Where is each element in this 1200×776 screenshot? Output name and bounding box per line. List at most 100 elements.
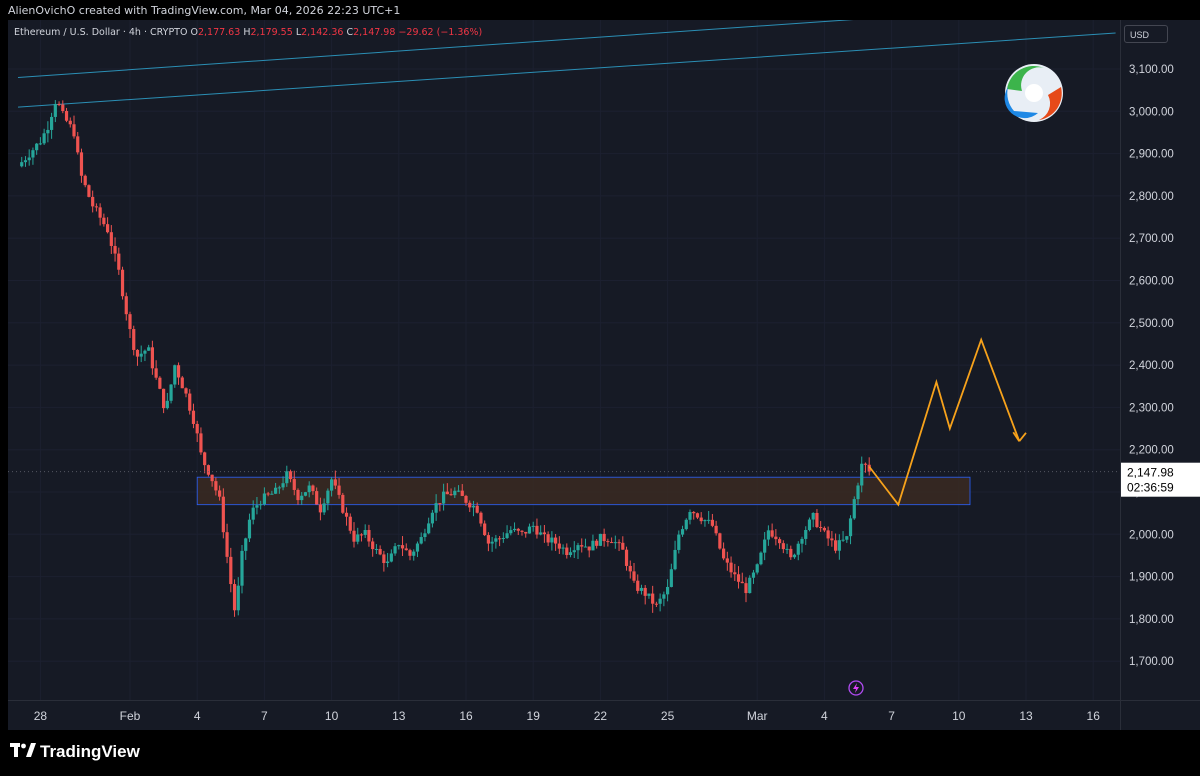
candle-body: [326, 490, 330, 504]
candle-body: [624, 549, 629, 566]
candle-body: [434, 503, 438, 513]
candle-body: [91, 196, 95, 207]
candle-body: [50, 116, 54, 130]
candle-body: [330, 479, 334, 491]
price-axis: 3,100.00 3,000.00 2,900.00 2,800.00 2,700.00…: [1121, 64, 1200, 668]
candle-body: [527, 526, 532, 534]
candle-body: [834, 540, 838, 551]
candle-body: [662, 594, 666, 599]
open-label: O: [190, 27, 198, 38]
candle-body: [423, 533, 427, 538]
tradingview-brand[interactable]: TradingView: [10, 742, 140, 762]
candle-body: [374, 548, 378, 550]
candle-body: [386, 561, 390, 564]
candle-body: [740, 581, 744, 584]
candle-body: [135, 349, 140, 357]
candle-body: [139, 353, 143, 357]
candle-body: [643, 587, 647, 596]
candle-body: [191, 410, 196, 424]
time-scale[interactable]: 28 Feb 4 7 10 13 16 19 22 25 Mar 4 7 10 13 16: [8, 700, 1120, 730]
candle-body: [251, 507, 255, 520]
candle-body: [382, 554, 386, 564]
time-tick-label: 10: [952, 709, 966, 723]
candle-body: [856, 485, 860, 500]
chart-panel[interactable]: [8, 20, 1120, 700]
candle-body: [654, 603, 658, 605]
candle-body: [781, 543, 785, 550]
candle-body: [468, 502, 472, 508]
candle-body: [722, 548, 726, 559]
price-scale[interactable]: 3,100.00 3,000.00 2,900.00 2,800.00 2,700.00…: [1120, 20, 1200, 700]
screenshot-frame: AlienOvichO created with TradingView.com…: [0, 0, 1200, 776]
candle-body: [583, 546, 588, 548]
price-tick-label: 2,600.00: [1129, 276, 1174, 288]
candle-body: [785, 548, 789, 550]
candle-body: [147, 347, 151, 351]
candle-body: [733, 572, 737, 575]
time-axis: 28 Feb 4 7 10 13 16 19 22 25 Mar 4 7 10 13 16: [34, 709, 1100, 723]
candle-body: [27, 157, 31, 161]
candle-body: [419, 537, 423, 544]
candle-body: [106, 224, 110, 233]
candle-body: [680, 529, 685, 535]
price-tick-label: 2,700.00: [1129, 233, 1174, 245]
candle-body: [725, 558, 729, 563]
candle-body: [789, 548, 793, 558]
currency-button[interactable]: USD: [1124, 25, 1168, 43]
candlestick-chart[interactable]: [8, 20, 1120, 700]
candle-body: [79, 152, 84, 176]
candle-body: [42, 133, 46, 144]
candle-body: [307, 485, 311, 493]
candle-body: [57, 103, 61, 105]
last-price-label: 2,147.98: [1127, 466, 1174, 480]
candle-body: [274, 487, 278, 494]
candle-body: [714, 525, 718, 534]
candle-body: [173, 365, 177, 385]
time-tick-label: 7: [888, 709, 895, 723]
candle-body: [400, 545, 405, 549]
candle-body: [31, 150, 35, 158]
candle-body: [621, 542, 625, 550]
candle-body: [176, 365, 181, 378]
candle-body: [841, 539, 845, 541]
candle-body: [102, 217, 106, 225]
price-tick-label: 3,100.00: [1129, 64, 1174, 76]
candle-body: [710, 519, 714, 526]
candle-body: [412, 551, 416, 556]
candle-body: [684, 519, 688, 530]
candle-body: [449, 494, 453, 496]
candle-body: [509, 530, 513, 534]
candle-body: [120, 269, 125, 297]
candle-body: [210, 474, 214, 482]
time-tick-label: 25: [661, 709, 675, 723]
candle-body: [475, 505, 479, 513]
countdown-label: 02:36:59: [1127, 481, 1174, 495]
symbol-legend: Ethereum / U.S. Dollar · 4h · CRYPTO O 2,…: [14, 27, 482, 38]
candle-body: [262, 493, 266, 505]
high-value: 2,179.55: [250, 27, 293, 38]
candle-body: [822, 527, 826, 531]
candle-body: [113, 245, 117, 254]
candle-body: [206, 465, 210, 475]
candle-body: [229, 556, 233, 585]
candle-body: [501, 537, 505, 539]
candle-body: [863, 463, 868, 465]
candle-body: [87, 185, 91, 197]
candle-body: [225, 532, 229, 557]
candle-body: [64, 111, 69, 121]
scale-corner: [1120, 700, 1200, 730]
price-tick-label: 2,300.00: [1129, 402, 1174, 414]
candle-body: [218, 490, 222, 497]
candle-body: [169, 384, 173, 401]
candle-body: [61, 104, 65, 112]
candle-body: [729, 562, 733, 573]
candle-body: [826, 530, 830, 539]
candle-body: [778, 539, 782, 544]
candle-body: [774, 536, 778, 540]
candle-body: [303, 492, 308, 496]
price-tick-label: 2,000.00: [1129, 529, 1174, 541]
candle-body: [158, 377, 162, 389]
symbol-title[interactable]: Ethereum / U.S. Dollar · 4h · CRYPTO: [14, 27, 187, 38]
candle-body: [610, 542, 614, 544]
candle-body: [561, 547, 565, 549]
